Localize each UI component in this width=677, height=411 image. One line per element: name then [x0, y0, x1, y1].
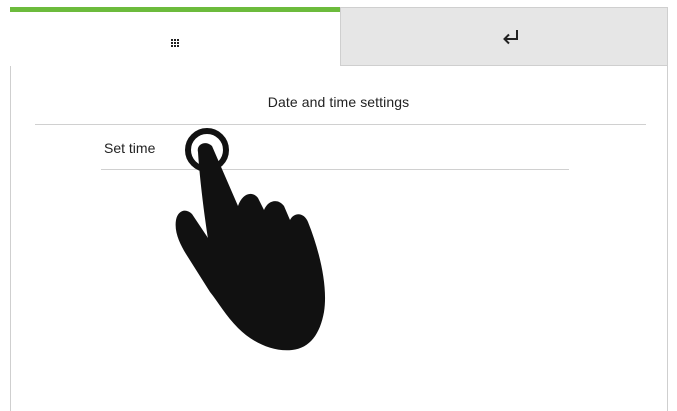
return-arrow-icon [503, 30, 518, 45]
top-tab-bar [10, 7, 668, 66]
list-item-label: Set time [104, 140, 156, 156]
apps-grid-icon [171, 39, 180, 48]
tab-home[interactable] [10, 7, 340, 66]
page-title: Date and time settings [267, 94, 410, 110]
tab-back[interactable] [340, 7, 668, 66]
tap-gesture-hand-icon [175, 128, 326, 351]
